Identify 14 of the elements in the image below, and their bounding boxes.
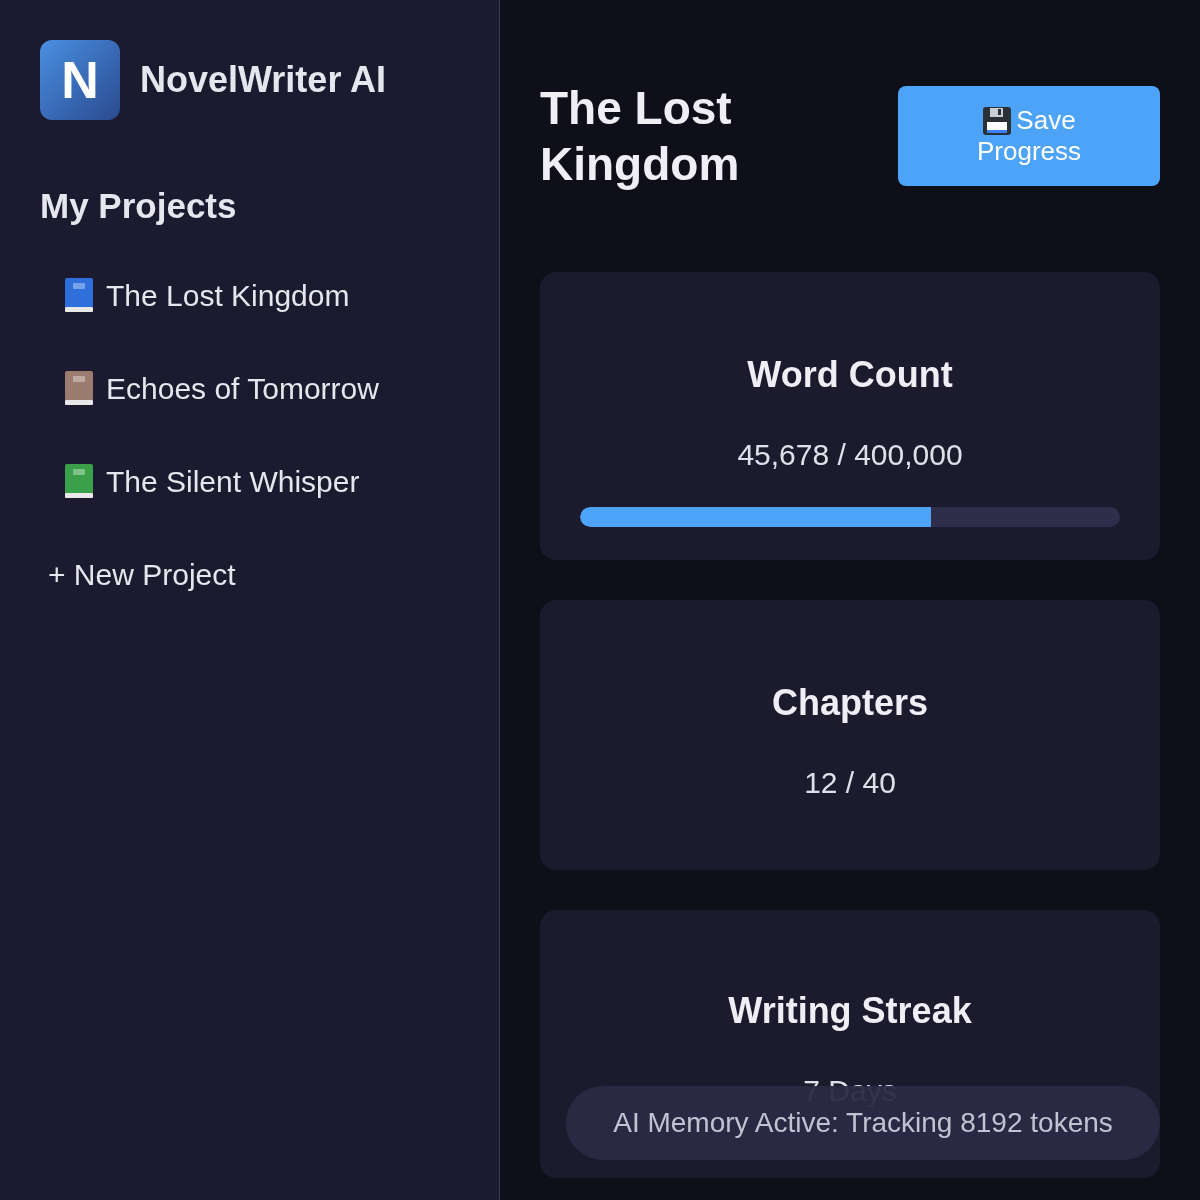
stat-value: 12 / 40	[804, 765, 896, 801]
projects-heading: My Projects	[40, 185, 238, 227]
project-item[interactable]: Echoes of Tomorrow	[64, 365, 459, 411]
project-item[interactable]: The Lost Kingdom	[64, 272, 459, 318]
new-project-button[interactable]: + New Project	[48, 551, 459, 597]
app-logo: N	[40, 40, 120, 120]
stat-title: Word Count	[747, 353, 953, 397]
stat-title: Chapters	[771, 681, 928, 725]
project-item[interactable]: The Silent Whisper	[64, 458, 459, 504]
project-title: The Lost Kingdom	[540, 81, 741, 192]
stat-title: Writing Streak	[728, 989, 972, 1033]
app-name: NovelWriter AI	[140, 58, 387, 102]
stat-value: 7 Days	[803, 1073, 897, 1109]
stat-value: 45,678 / 400,000	[737, 437, 963, 473]
